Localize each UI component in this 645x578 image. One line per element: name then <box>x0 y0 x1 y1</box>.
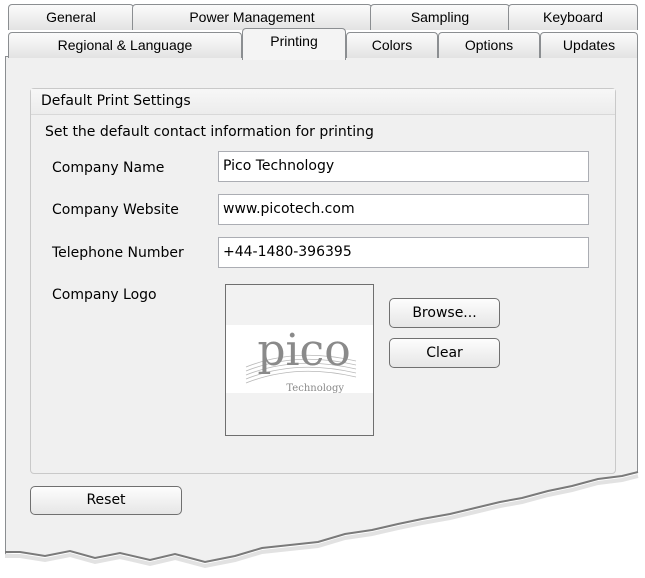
company-logo-preview: pico Technology <box>225 284 374 436</box>
reset-button[interactable]: Reset <box>30 486 182 515</box>
tab-updates[interactable]: Updates <box>540 32 638 58</box>
preferences-dialog: General Power Management Sampling Keyboa… <box>5 0 638 578</box>
logo-subtext: Technology <box>286 383 344 394</box>
tab-keyboard[interactable]: Keyboard <box>508 4 638 30</box>
tab-power-management-label: Power Management <box>189 9 315 25</box>
clear-button[interactable]: Clear <box>389 338 500 368</box>
tab-sampling-label: Sampling <box>410 9 470 25</box>
browse-button-label: Browse... <box>412 305 477 321</box>
tab-options[interactable]: Options <box>438 32 540 58</box>
pico-logo-image: pico Technology <box>226 325 373 394</box>
tab-power-management[interactable]: Power Management <box>132 4 372 30</box>
default-print-settings-group: Default Print Settings Set the default c… <box>30 88 616 474</box>
telephone-number-label: Telephone Number <box>52 245 184 261</box>
tab-regional-language-label: Regional & Language <box>57 37 193 53</box>
telephone-number-field[interactable]: +44-1480-396395 <box>218 237 589 268</box>
tab-options-label: Options <box>464 37 514 53</box>
company-name-label: Company Name <box>52 160 165 176</box>
tab-keyboard-label: Keyboard <box>543 9 603 25</box>
tab-regional-language[interactable]: Regional & Language <box>8 32 242 58</box>
tab-general-label: General <box>46 9 96 25</box>
clear-button-label: Clear <box>426 345 463 361</box>
group-intro-text: Set the default contact information for … <box>45 124 374 140</box>
tab-printing[interactable]: Printing <box>242 28 346 60</box>
reset-button-label: Reset <box>86 492 126 508</box>
company-website-label: Company Website <box>52 202 179 218</box>
group-title: Default Print Settings <box>31 89 615 115</box>
tab-colors[interactable]: Colors <box>346 32 438 58</box>
company-name-field[interactable]: Pico Technology <box>218 151 589 182</box>
browse-button[interactable]: Browse... <box>389 298 500 328</box>
tab-printing-label: Printing <box>270 33 318 49</box>
company-logo-label: Company Logo <box>52 287 157 303</box>
company-website-field[interactable]: www.picotech.com <box>218 194 589 225</box>
tab-colors-label: Colors <box>371 37 413 53</box>
logo-wordmark: pico <box>257 325 350 376</box>
tab-sampling[interactable]: Sampling <box>370 4 510 30</box>
tab-general[interactable]: General <box>8 4 134 30</box>
tab-updates-label: Updates <box>562 37 616 53</box>
